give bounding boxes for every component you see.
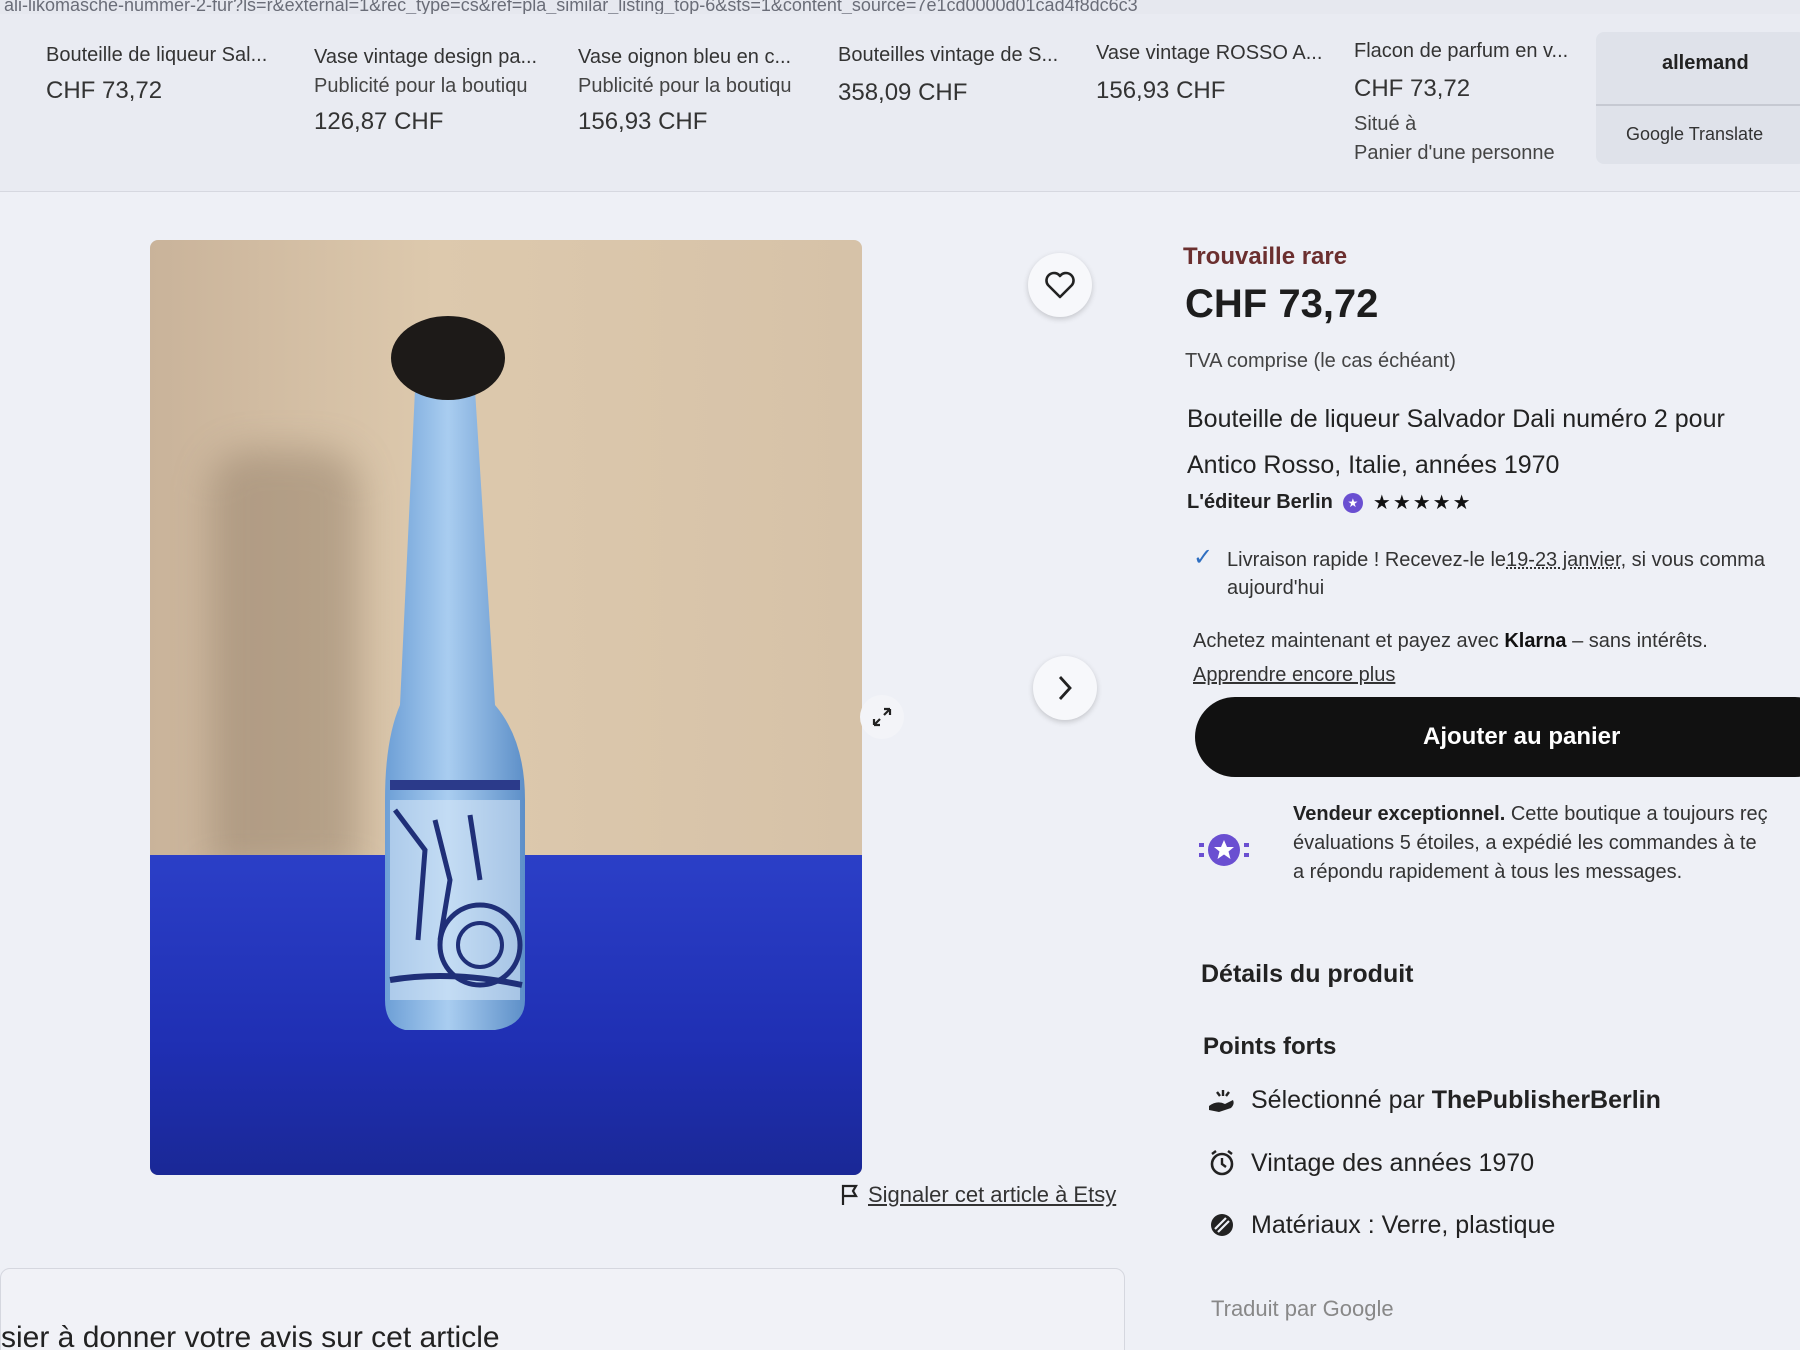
similar-listing-card[interactable]: Bouteille de liqueur Sal... CHF 73,72 <box>0 44 296 105</box>
highlight-shop-name[interactable]: ThePublisherBerlin <box>1432 1086 1661 1114</box>
highlight-item: Sélectionné par ThePublisherBerlin <box>1207 1085 1661 1115</box>
flag-icon <box>841 1184 858 1205</box>
seller-name[interactable]: L'éditeur Berlin <box>1187 491 1333 514</box>
similar-listing-price: 358,09 CHF <box>838 79 968 106</box>
similar-listing-price: 156,93 CHF <box>578 108 708 135</box>
shop-ad-label: Publicité pour la boutiqu <box>578 75 792 97</box>
favorite-button[interactable] <box>1028 253 1092 317</box>
product-details-heading[interactable]: Détails du produit <box>1201 960 1414 989</box>
listing-info-panel: Trouvaille rare CHF 73,72 TVA comprise (… <box>1183 0 1800 1350</box>
klarna-text: Achetez maintenant et payez avec <box>1193 630 1505 652</box>
similar-listing-price: 126,87 CHF <box>314 108 444 135</box>
add-to-cart-button[interactable]: Ajouter au panier <box>1195 697 1800 777</box>
klarna-logo: Klarna <box>1504 630 1567 652</box>
heart-icon <box>1045 271 1075 299</box>
highlights-heading: Points forts <box>1203 1033 1337 1060</box>
clock-icon <box>1207 1148 1237 1178</box>
seller-row[interactable]: L'éditeur Berlin ★ ★★★★★ <box>1187 490 1473 515</box>
expand-image-button[interactable] <box>860 695 904 739</box>
translated-by-google: Traduit par Google <box>1211 1296 1394 1321</box>
similar-listing-title[interactable]: Vase oignon bleu en c... <box>578 46 826 69</box>
rating-stars[interactable]: ★★★★★ <box>1373 490 1473 515</box>
similar-listing-card[interactable]: Vase vintage design pa... Publicité pour… <box>314 46 564 136</box>
star-seller-text: Cette boutique a toujours reç <box>1505 803 1768 825</box>
klarna-text-end: – sans intérêts. <box>1566 630 1708 652</box>
report-listing-link[interactable]: Signaler cet article à Etsy <box>840 1182 1116 1208</box>
review-prompt-box: sier à donner votre avis sur cet article <box>0 1268 1125 1350</box>
rare-find-label: Trouvaille rare <box>1183 243 1348 270</box>
bottle-illustration <box>385 316 525 1030</box>
product-image[interactable] <box>150 240 862 1175</box>
highlight-text: Matériaux : Verre, plastique <box>1251 1210 1556 1239</box>
star-seller-title: Vendeur exceptionnel. <box>1293 803 1506 825</box>
delivery-text-line2: aujourd'hui <box>1227 577 1325 599</box>
shop-ad-label: Publicité pour la boutiqu <box>314 75 528 97</box>
highlight-text: Sélectionné par <box>1251 1085 1432 1114</box>
listing-title: Bouteille de liqueur Salvador Dali numér… <box>1187 396 1787 488</box>
highlight-text: Vintage des années 1970 <box>1251 1148 1535 1177</box>
checkmark-icon: ✓ <box>1193 544 1214 571</box>
similar-listing-title[interactable]: Vase vintage design pa... <box>314 46 564 69</box>
similar-listing-title[interactable]: Bouteilles vintage de S... <box>838 44 1088 67</box>
similar-listing-title[interactable]: Bouteille de liqueur Sal... <box>0 44 296 67</box>
delivery-date[interactable]: 19-23 janvier <box>1506 549 1621 571</box>
star-seller-text: évaluations 5 étoiles, a expédié les com… <box>1293 832 1757 854</box>
listing-title-line: Antico Rosso, Italie, années 1970 <box>1187 451 1560 479</box>
hand-pick-icon <box>1207 1085 1237 1115</box>
similar-listing-card[interactable]: Vase oignon bleu en c... Publicité pour … <box>578 46 826 136</box>
similar-listing-price: CHF 73,72 <box>46 77 163 104</box>
expand-icon <box>872 707 892 727</box>
highlight-item: Vintage des années 1970 <box>1207 1148 1534 1178</box>
report-listing-label[interactable]: Signaler cet article à Etsy <box>868 1182 1116 1208</box>
review-prompt-text[interactable]: sier à donner votre avis sur cet article <box>1 1321 500 1350</box>
listing-price: CHF 73,72 <box>1185 282 1379 326</box>
star-seller-badge-icon: ★ <box>1342 492 1363 513</box>
klarna-learn-more-link[interactable]: Apprendre encore plus <box>1193 658 1793 692</box>
similar-listing-card[interactable]: Bouteilles vintage de S... 358,09 CHF <box>838 44 1088 107</box>
klarna-info: Achetez maintenant et payez avec Klarna … <box>1193 624 1793 692</box>
star-seller-icon <box>1199 834 1249 866</box>
materials-icon <box>1207 1210 1237 1240</box>
listing-title-line: Bouteille de liqueur Salvador Dali numér… <box>1187 405 1725 433</box>
star-seller-text: a répondu rapidement à tous les messages… <box>1293 861 1683 883</box>
next-image-button[interactable] <box>1033 656 1097 720</box>
delivery-info: ✓ Livraison rapide ! Recevez-le le19-23 … <box>1193 544 1793 602</box>
chevron-right-icon <box>1058 676 1072 700</box>
vat-note: TVA comprise (le cas échéant) <box>1185 350 1456 372</box>
delivery-text-end: , si vous comma <box>1620 549 1766 571</box>
highlight-item: Matériaux : Verre, plastique <box>1207 1210 1555 1240</box>
delivery-text: Livraison rapide ! Recevez-le le <box>1227 549 1507 571</box>
